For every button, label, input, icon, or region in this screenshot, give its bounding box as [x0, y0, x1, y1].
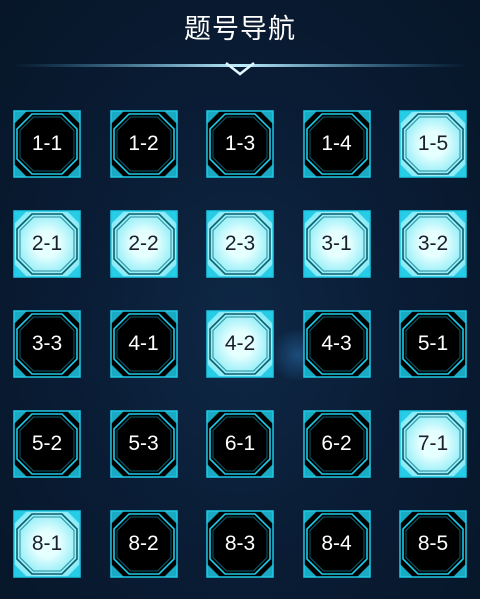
- page-title: 题号导航: [184, 14, 296, 44]
- question-tile-5-2[interactable]: 5-2: [13, 410, 81, 478]
- question-label: 6-1: [224, 432, 256, 455]
- question-tile-8-5[interactable]: 8-5: [399, 510, 467, 578]
- question-label: 1-3: [224, 132, 256, 155]
- question-label: 1-1: [31, 132, 63, 155]
- question-tile-1-5[interactable]: 1-5: [399, 110, 467, 178]
- question-label: 3-2: [417, 232, 449, 255]
- title-divider: [12, 62, 468, 76]
- question-tile-1-2[interactable]: 1-2: [109, 110, 178, 178]
- question-tile-2-1[interactable]: 2-1: [13, 210, 81, 278]
- question-tile-8-4[interactable]: 8-4: [302, 510, 371, 578]
- question-tile-8-3[interactable]: 8-3: [206, 510, 274, 578]
- question-grid: 1-1 1-2 1-3 1-4 1-5 2-1 2-2 2-3 3-1 3-2 3-3 4-1 4-2 4…: [13, 110, 467, 578]
- question-tile-2-3[interactable]: 2-3: [206, 210, 274, 278]
- question-label: 8-3: [224, 532, 256, 555]
- question-label: 5-1: [417, 332, 449, 355]
- question-tile-3-2[interactable]: 3-2: [399, 210, 467, 278]
- question-label: 4-2: [224, 332, 256, 355]
- question-label: 2-3: [224, 232, 256, 255]
- question-label: 3-3: [31, 332, 63, 355]
- question-tile-7-1[interactable]: 7-1: [399, 410, 467, 478]
- question-label: 8-4: [321, 532, 352, 555]
- question-tile-1-4[interactable]: 1-4: [302, 110, 371, 178]
- question-tile-3-3[interactable]: 3-3: [13, 310, 81, 378]
- question-tile-3-1[interactable]: 3-1: [302, 210, 371, 278]
- question-label: 1-5: [417, 132, 449, 155]
- question-label: 7-1: [417, 432, 449, 455]
- question-tile-6-1[interactable]: 6-1: [206, 410, 274, 478]
- question-tile-6-2[interactable]: 6-2: [302, 410, 371, 478]
- question-label: 2-2: [128, 232, 159, 255]
- question-tile-4-1[interactable]: 4-1: [109, 310, 178, 378]
- question-label: 1-2: [128, 132, 159, 155]
- question-label: 8-5: [417, 532, 449, 555]
- question-label: 3-1: [321, 232, 352, 255]
- question-tile-8-1[interactable]: 8-1: [13, 510, 81, 578]
- question-tile-1-3[interactable]: 1-3: [206, 110, 274, 178]
- question-label: 8-1: [31, 532, 63, 555]
- question-label: 1-4: [321, 132, 352, 155]
- question-label: 5-2: [31, 432, 63, 455]
- question-label: 4-1: [128, 332, 159, 355]
- question-label: 6-2: [321, 432, 352, 455]
- question-label: 4-3: [321, 332, 352, 355]
- question-label: 5-3: [128, 432, 159, 455]
- question-tile-4-3[interactable]: 4-3: [302, 310, 371, 378]
- question-tile-8-2[interactable]: 8-2: [109, 510, 178, 578]
- question-tile-5-1[interactable]: 5-1: [399, 310, 467, 378]
- question-label: 8-2: [128, 532, 159, 555]
- question-tile-5-3[interactable]: 5-3: [109, 410, 178, 478]
- question-label: 2-1: [31, 232, 63, 255]
- question-tile-4-2[interactable]: 4-2: [206, 310, 274, 378]
- question-tile-1-1[interactable]: 1-1: [13, 110, 81, 178]
- question-tile-2-2[interactable]: 2-2: [109, 210, 178, 278]
